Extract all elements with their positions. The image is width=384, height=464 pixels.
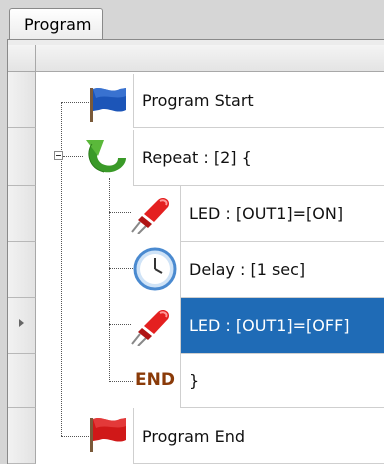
tab-program-label: Program bbox=[24, 15, 92, 34]
collapse-toggle[interactable] bbox=[54, 151, 63, 160]
tab-program[interactable]: Program bbox=[9, 8, 103, 40]
blue-flag-icon bbox=[90, 87, 126, 122]
current-row-indicator-icon bbox=[19, 319, 24, 327]
tree-node-program-start[interactable]: Program Start bbox=[133, 74, 384, 128]
row-header[interactable] bbox=[8, 128, 36, 186]
tree-line bbox=[61, 102, 89, 103]
row-header[interactable] bbox=[8, 72, 36, 128]
row-header[interactable] bbox=[8, 186, 36, 242]
tree-node-led-on[interactable]: LED : [OUT1]=[ON] bbox=[180, 186, 384, 242]
tree-node-led-off-selected[interactable]: LED : [OUT1]=[OFF] bbox=[180, 298, 384, 354]
tree-line bbox=[61, 436, 89, 437]
tree-node-end[interactable]: } bbox=[180, 354, 384, 408]
red-led-icon bbox=[131, 197, 169, 234]
tree-node-delay[interactable]: Delay : [1 sec] bbox=[180, 242, 384, 298]
header-corner bbox=[8, 45, 36, 71]
tree-node-repeat[interactable]: Repeat : [2] { bbox=[133, 130, 384, 186]
red-led-icon bbox=[131, 309, 169, 346]
end-icon: END bbox=[135, 370, 175, 390]
node-label: LED : [OUT1]=[OFF] bbox=[189, 316, 350, 335]
tree-line bbox=[109, 268, 133, 269]
node-label: Delay : [1 sec] bbox=[189, 260, 306, 279]
row-header[interactable] bbox=[8, 354, 36, 408]
tab-strip: Program bbox=[0, 0, 384, 40]
tree-line bbox=[109, 381, 133, 382]
tree-node-program-end[interactable]: Program End bbox=[133, 408, 384, 464]
row-header-active[interactable] bbox=[8, 298, 36, 354]
tree-line bbox=[109, 212, 131, 213]
repeat-arrow-icon bbox=[86, 140, 126, 173]
node-label: LED : [OUT1]=[ON] bbox=[189, 204, 344, 223]
tree-line bbox=[109, 178, 110, 382]
tree-header bbox=[8, 45, 384, 72]
node-label: Repeat : [2] { bbox=[142, 148, 252, 167]
tree-line bbox=[63, 156, 83, 157]
row-header[interactable] bbox=[8, 408, 36, 464]
tree-line bbox=[109, 324, 131, 325]
row-header[interactable] bbox=[8, 242, 36, 298]
clock-icon bbox=[133, 247, 177, 291]
column-header bbox=[36, 45, 384, 71]
red-flag-icon bbox=[90, 417, 126, 452]
node-label: Program End bbox=[142, 427, 245, 446]
node-label: } bbox=[189, 371, 200, 390]
node-label: Program Start bbox=[142, 91, 254, 110]
